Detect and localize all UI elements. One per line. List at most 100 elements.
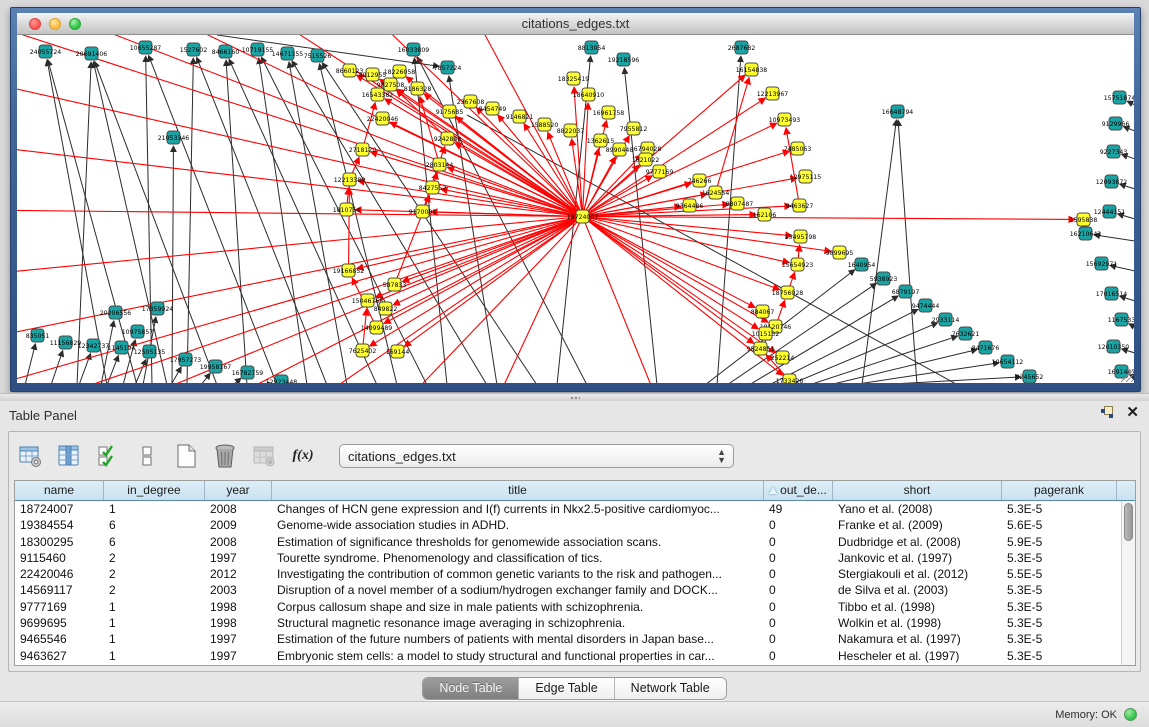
table-cell[interactable]: Genome-wide association studies in ADHD. [272, 517, 764, 533]
table-cell[interactable]: 0 [764, 615, 833, 631]
column-header-year[interactable]: year [205, 481, 272, 500]
table-cell[interactable]: 1997 [205, 631, 272, 647]
table-row[interactable]: 1938455462009Genome-wide association stu… [15, 517, 1135, 533]
new-file-button[interactable] [171, 441, 201, 471]
table-selector-dropdown[interactable]: citations_edges.txt ▲▼ [339, 444, 734, 468]
table-cell[interactable]: 9699695 [15, 615, 104, 631]
table-cell[interactable]: 2 [104, 582, 205, 598]
column-header-title[interactable]: title [272, 481, 764, 500]
table-cell[interactable]: 2008 [205, 534, 272, 550]
table-cell[interactable]: Corpus callosum shape and size in male p… [272, 599, 764, 615]
network-window[interactable]: citations_edges.txt [10, 7, 1141, 392]
network-window-titlebar[interactable]: citations_edges.txt [17, 13, 1134, 35]
table-cell[interactable]: 9115460 [15, 550, 104, 566]
table-cell[interactable]: 2003 [205, 582, 272, 598]
table-cell[interactable]: 2 [104, 550, 205, 566]
table-cell[interactable]: 0 [764, 631, 833, 647]
table-row[interactable]: 946362711997Embryonic stem cells: a mode… [15, 648, 1135, 664]
table-cell[interactable]: 14569117 [15, 582, 104, 598]
table-cell[interactable]: 18300295 [15, 534, 104, 550]
table-row[interactable]: 911546021997Tourette syndrome. Phenomeno… [15, 550, 1135, 566]
table-cell[interactable]: Structural magnetic resonance image aver… [272, 615, 764, 631]
clear-selection-button[interactable] [132, 441, 162, 471]
table-cell[interactable]: 6 [104, 534, 205, 550]
table-row[interactable]: 1872400712008Changes of HCN gene express… [15, 501, 1135, 517]
column-header-short[interactable]: short [833, 481, 1002, 500]
table-cell[interactable]: de Silva et al. (2003) [833, 582, 1002, 598]
table-cell[interactable]: 9465546 [15, 631, 104, 647]
table-cell[interactable]: Estimation of the future numbers of pati… [272, 631, 764, 647]
table-cell[interactable]: 0 [764, 534, 833, 550]
table-cell[interactable]: Hescheler et al. (1997) [833, 648, 1002, 664]
table-cell[interactable]: 1998 [205, 599, 272, 615]
table-cell[interactable]: 1 [104, 615, 205, 631]
table-cell[interactable]: 5.5E-5 [1002, 566, 1117, 582]
table-cell[interactable]: 0 [764, 566, 833, 582]
table-cell[interactable]: 5.3E-5 [1002, 599, 1117, 615]
table-cell[interactable]: 0 [764, 582, 833, 598]
table-cell[interactable]: 19384554 [15, 517, 104, 533]
show-columns-button[interactable] [54, 441, 84, 471]
close-panel-icon[interactable]: ✕ [1126, 406, 1139, 419]
delete-button[interactable] [210, 441, 240, 471]
table-cell[interactable]: 2 [104, 566, 205, 582]
table-cell[interactable]: Estimation of significance thresholds fo… [272, 534, 764, 550]
column-header-outde[interactable]: out_de... [764, 481, 833, 500]
split-pane-divider[interactable] [0, 393, 1149, 401]
network-view[interactable]: 1872400724055724206914061065528715276028… [17, 35, 1134, 383]
table-cell[interactable]: 5.3E-5 [1002, 501, 1117, 517]
table-cell[interactable]: 2009 [205, 517, 272, 533]
table-cell[interactable]: 5.3E-5 [1002, 550, 1117, 566]
tab-network-table[interactable]: Network Table [615, 678, 726, 699]
float-panel-icon[interactable] [1101, 406, 1114, 419]
select-all-button[interactable] [93, 441, 123, 471]
table-cell[interactable]: Yano et al. (2008) [833, 501, 1002, 517]
scrollbar-thumb[interactable] [1124, 503, 1133, 541]
table-cell[interactable]: 1 [104, 599, 205, 615]
column-header-pagerank[interactable]: pagerank [1002, 481, 1117, 500]
table-cell[interactable]: 1 [104, 631, 205, 647]
table-row[interactable]: 946554611997Estimation of the future num… [15, 631, 1135, 647]
column-header-name[interactable]: name [15, 481, 104, 500]
table-cell[interactable]: 1997 [205, 550, 272, 566]
table-cell[interactable]: Stergiakouli et al. (2012) [833, 566, 1002, 582]
table-cell[interactable]: 2012 [205, 566, 272, 582]
table-cell[interactable]: Jankovic et al. (1997) [833, 550, 1002, 566]
table-cell[interactable]: Dudbridge et al. (2008) [833, 534, 1002, 550]
table-row[interactable]: 1830029562008Estimation of significance … [15, 534, 1135, 550]
table-cell[interactable]: Wolkin et al. (1998) [833, 615, 1002, 631]
table-row[interactable]: 1456911722003Disruption of a novel membe… [15, 582, 1135, 598]
table-cell[interactable]: 0 [764, 599, 833, 615]
tab-edge-table[interactable]: Edge Table [519, 678, 614, 699]
table-cell[interactable]: 5.6E-5 [1002, 517, 1117, 533]
vertical-scrollbar[interactable] [1121, 501, 1135, 665]
table-cell[interactable]: 2008 [205, 501, 272, 517]
table-cell[interactable]: 1 [104, 648, 205, 664]
node-table[interactable]: namein_degreeyeartitleout_de...shortpage… [14, 480, 1136, 666]
table-cell[interactable]: 1997 [205, 648, 272, 664]
table-cell[interactable]: 0 [764, 648, 833, 664]
table-row[interactable]: 969969511998Structural magnetic resonanc… [15, 615, 1135, 631]
table-cell[interactable]: Investigating the contribution of common… [272, 566, 764, 582]
table-mode-settings-button[interactable] [15, 441, 45, 471]
table-cell[interactable]: Nakamura et al. (1997) [833, 631, 1002, 647]
table-cell[interactable]: 5.3E-5 [1002, 615, 1117, 631]
function-builder-button[interactable]: f(x) [288, 441, 318, 471]
tab-node-table[interactable]: Node Table [423, 678, 519, 699]
table-cell[interactable]: 5.3E-5 [1002, 582, 1117, 598]
table-row[interactable]: 977716911998Corpus callosum shape and si… [15, 599, 1135, 615]
table-cell[interactable]: 9463627 [15, 648, 104, 664]
table-cell[interactable]: Changes of HCN gene expression and I(f) … [272, 501, 764, 517]
table-cell[interactable]: 1 [104, 501, 205, 517]
node-table-header[interactable]: namein_degreeyeartitleout_de...shortpage… [15, 481, 1135, 501]
table-cell[interactable]: 9777169 [15, 599, 104, 615]
table-cell[interactable]: 5.3E-5 [1002, 648, 1117, 664]
table-cell[interactable]: Franke et al. (2009) [833, 517, 1002, 533]
table-cell[interactable]: 5.3E-5 [1002, 631, 1117, 647]
table-cell[interactable]: 0 [764, 550, 833, 566]
table-cell[interactable]: Disruption of a novel member of a sodium… [272, 582, 764, 598]
table-cell[interactable]: 6 [104, 517, 205, 533]
table-cell[interactable]: Embryonic stem cells: a model to study s… [272, 648, 764, 664]
table-row[interactable]: 2242004622012Investigating the contribut… [15, 566, 1135, 582]
table-cell[interactable]: 1998 [205, 615, 272, 631]
